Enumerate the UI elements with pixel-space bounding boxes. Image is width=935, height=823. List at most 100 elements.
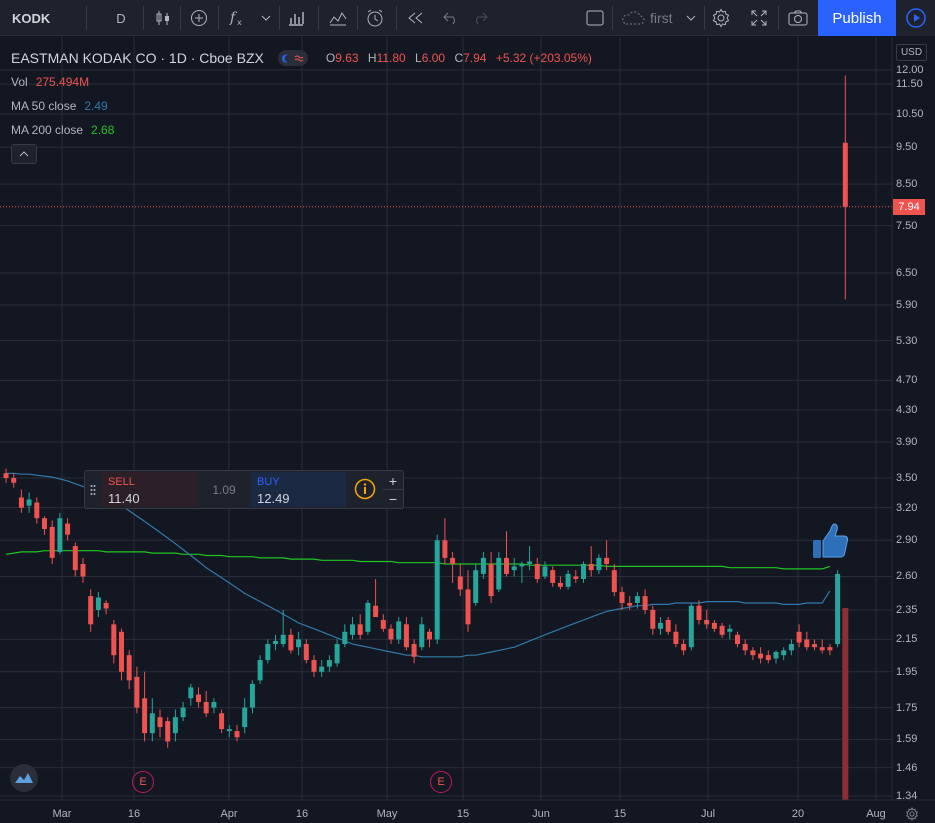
candle-body <box>95 597 101 610</box>
currency-badge[interactable]: USD <box>896 44 927 61</box>
candle-body <box>634 596 640 603</box>
legend-ma200-row[interactable]: MA 200 close 2.68 <box>11 118 598 142</box>
candle-body <box>296 639 302 648</box>
candle-body <box>88 596 94 625</box>
price-axis-label: 4.70 <box>896 374 918 387</box>
chevron-up-icon <box>19 151 29 157</box>
candle-body <box>504 557 509 574</box>
sell-price: 11.40 <box>108 491 140 506</box>
candle-body <box>534 563 540 580</box>
ma200-line <box>5 550 831 570</box>
price-axis-label: 2.90 <box>896 534 918 547</box>
legend-title[interactable]: EASTMAN KODAK CO · 1D · Cboe BZX <box>11 50 264 66</box>
info-icon[interactable] <box>353 477 377 501</box>
candle-body <box>142 698 148 734</box>
candle-body <box>496 557 502 590</box>
candle-body <box>511 566 517 571</box>
candle-body <box>3 473 9 479</box>
candle-body <box>365 602 371 632</box>
time-axis-label: May <box>376 808 398 820</box>
earnings-marker[interactable]: E <box>132 771 154 793</box>
candle-body <box>18 497 24 508</box>
candle-body <box>196 694 201 702</box>
legend-volume-row[interactable]: Vol 275.494M <box>11 70 598 94</box>
candle-body <box>835 573 841 645</box>
open-value: 9.63 <box>335 51 359 65</box>
close-value: 7.94 <box>463 51 487 65</box>
volume-value: 275.494M <box>35 75 90 89</box>
drag-handle-icon[interactable] <box>85 471 101 508</box>
candle-body <box>273 640 278 645</box>
wave-icon <box>294 55 304 61</box>
legend-toggle[interactable] <box>277 50 308 66</box>
candle-body <box>727 628 733 632</box>
candle-body <box>550 570 556 583</box>
candle-body <box>303 644 309 661</box>
candle-body <box>342 631 348 645</box>
candle-body <box>319 666 325 672</box>
candle-body <box>796 631 802 643</box>
volume-label: Vol <box>11 75 28 89</box>
candle-body <box>573 576 579 580</box>
candle-body <box>373 605 379 618</box>
candle-body <box>419 624 425 648</box>
candle-body <box>565 573 571 587</box>
candle-body <box>819 647 825 651</box>
candle-body <box>750 650 756 656</box>
candle-body <box>457 576 463 590</box>
candle-body <box>11 478 17 483</box>
candle-body <box>326 660 332 667</box>
thumbs-up-icon <box>813 523 849 558</box>
price-axis-label: 4.30 <box>896 403 918 416</box>
ma50-label: MA 50 close <box>11 99 77 113</box>
candle-body <box>49 526 55 558</box>
candle-body <box>812 644 817 648</box>
candle-body <box>111 624 117 656</box>
candle-body <box>611 570 617 593</box>
price-axis-label: 2.60 <box>896 570 918 583</box>
candle-body <box>219 713 225 730</box>
candle-body <box>242 707 248 728</box>
candle-body <box>473 570 479 603</box>
time-axis-label: Jul <box>700 808 716 820</box>
candle-body <box>804 639 810 648</box>
gear-icon[interactable] <box>902 806 922 822</box>
candle-body <box>527 561 533 564</box>
collapse-legend-button[interactable] <box>11 144 37 164</box>
candle-body <box>211 701 217 708</box>
price-axis-label: 1.75 <box>896 701 918 714</box>
plus-button[interactable]: + <box>383 472 403 490</box>
time-axis-label: 15 <box>456 808 470 820</box>
price-axis-label: 1.34 <box>896 790 918 802</box>
candles <box>3 75 848 748</box>
candle-body <box>488 563 494 597</box>
candle-body <box>688 605 694 648</box>
candle-body <box>604 557 610 564</box>
time-axis-label: 20 <box>791 808 805 820</box>
candle-body <box>434 540 440 640</box>
candle-body <box>773 651 779 659</box>
earnings-marker[interactable]: E <box>430 771 452 793</box>
candle-body <box>42 518 47 530</box>
candle-body <box>596 557 602 571</box>
ma200-value: 2.68 <box>91 123 115 137</box>
spread-value: 1.09 <box>212 482 236 497</box>
candle-body <box>719 625 725 635</box>
low-value: 6.00 <box>421 51 446 65</box>
candle-body <box>650 609 656 629</box>
candle-body <box>288 634 294 651</box>
legend-ma50-row[interactable]: MA 50 close 2.49 <box>11 94 598 118</box>
tradingview-logo-icon[interactable] <box>10 764 38 792</box>
minus-button[interactable]: − <box>383 490 403 507</box>
high-value: 11.80 <box>376 51 406 65</box>
high-key: H <box>367 51 377 65</box>
candle-body <box>742 644 748 651</box>
buy-button[interactable]: BUY 12.49 <box>251 472 346 507</box>
candle-body <box>203 701 209 714</box>
candle-body <box>403 624 409 648</box>
moon-icon <box>281 54 288 62</box>
price-axis-label: 7.50 <box>896 219 918 232</box>
candle-body <box>226 729 232 732</box>
sell-button[interactable]: SELL 11.40 <box>102 472 197 507</box>
candle-body <box>442 540 448 558</box>
